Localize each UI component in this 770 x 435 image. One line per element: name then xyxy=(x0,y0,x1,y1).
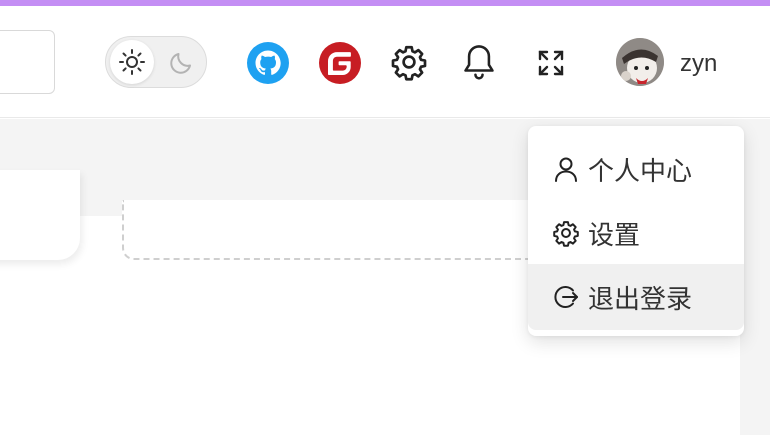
user-dropdown-menu: 个人中心 设置 退出登录 xyxy=(528,126,744,336)
menu-item-label: 设置 xyxy=(588,220,641,251)
menu-item-logout[interactable]: 退出登录 xyxy=(528,264,744,330)
avatar-image xyxy=(616,38,664,86)
theme-toggle-knob xyxy=(110,40,154,84)
bell-icon[interactable] xyxy=(462,42,496,82)
menu-item-settings[interactable]: 设置 xyxy=(528,200,744,266)
fullscreen-icon[interactable] xyxy=(537,49,565,77)
logout-icon xyxy=(554,286,578,308)
gear-icon xyxy=(553,221,579,247)
dashed-card xyxy=(122,200,562,260)
moon-icon xyxy=(170,53,191,74)
avatar[interactable] xyxy=(616,38,664,86)
github-icon[interactable] xyxy=(247,42,289,84)
content-card xyxy=(0,170,80,260)
scroll-gutter xyxy=(740,119,770,435)
gear-icon[interactable] xyxy=(390,43,428,81)
sun-icon xyxy=(119,49,145,75)
menu-item-label: 退出登录 xyxy=(588,284,693,315)
menu-item-label: 个人中心 xyxy=(588,156,693,187)
theme-toggle[interactable] xyxy=(105,36,207,88)
username[interactable]: zyn xyxy=(680,50,717,78)
top-header: zyn xyxy=(0,6,770,118)
user-icon xyxy=(555,157,577,182)
search-input[interactable] xyxy=(0,30,55,94)
gitee-icon[interactable] xyxy=(319,42,361,84)
menu-item-profile[interactable]: 个人中心 xyxy=(528,136,744,202)
